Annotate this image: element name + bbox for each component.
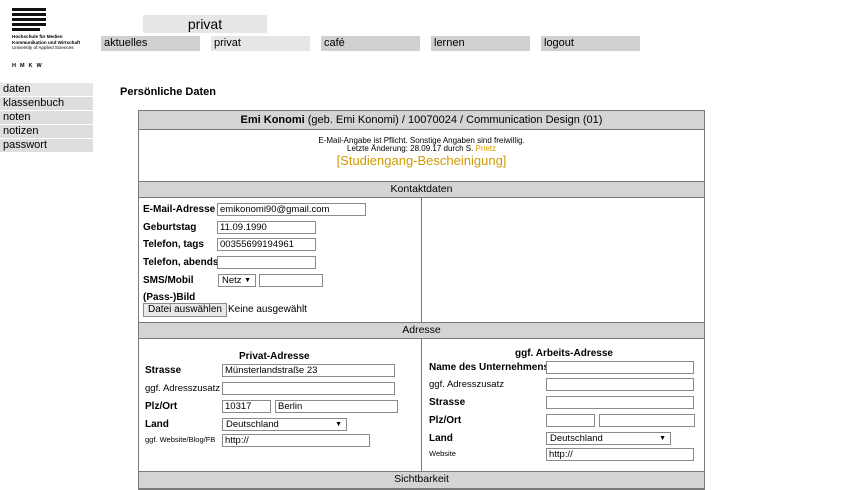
private-country-label: Land (145, 419, 169, 430)
work-zip-city-label: Plz/Ort (429, 415, 462, 426)
notice-last-change: Letzte Änderung: 28.09.17 durch S. Priet… (139, 145, 704, 153)
section-visibility: Sichtbarkeit (139, 471, 704, 489)
private-street-field[interactable]: Münsterlandstraße 23 (222, 364, 395, 377)
work-city-field[interactable] (599, 414, 695, 427)
sms-network-select[interactable]: Netz ▼ (218, 274, 256, 287)
nav-tab-lernen[interactable]: lernen (431, 36, 530, 51)
phone-evening-field[interactable] (217, 256, 316, 269)
chevron-down-icon: ▼ (244, 277, 251, 284)
work-zip-field[interactable] (546, 414, 595, 427)
private-address-heading: Privat-Adresse (239, 351, 310, 362)
nav-tab-privat[interactable]: privat (211, 36, 310, 51)
private-website-label: ggf. Website/Blog/FB (145, 435, 216, 444)
sidebar-item-notizen[interactable]: notizen (0, 125, 93, 138)
page-title: Persönliche Daten (120, 86, 216, 98)
email-label: E-Mail-Adresse (143, 204, 216, 215)
phone-day-label: Telefon, tags (143, 239, 204, 250)
section-contact: Kontaktdaten (139, 181, 704, 198)
work-street-label: Strasse (429, 397, 466, 408)
work-extra-label: ggf. Adresszusatz (429, 379, 504, 390)
column-divider (421, 198, 422, 322)
work-country-select[interactable]: Deutschland ▼ (546, 432, 671, 445)
private-zip-field[interactable]: 10317 (222, 400, 271, 413)
chevron-down-icon: ▼ (335, 421, 342, 428)
hmkw-logo: Hochschule für Medien Kommunikation und … (12, 8, 92, 72)
phone-evening-label: Telefon, abends (143, 257, 219, 268)
work-country-value: Deutschland (550, 433, 603, 444)
section-title: privat (143, 15, 267, 33)
email-field[interactable]: emikonomi90@gmail.com (217, 203, 366, 216)
section-address: Adresse (139, 322, 704, 339)
work-extra-field[interactable] (546, 378, 694, 391)
sidebar-item-noten[interactable]: noten (0, 111, 93, 124)
last-change-editor: Prietz (475, 144, 496, 153)
logo-line-3: University of Applied Sciences (12, 45, 74, 51)
sidebar-item-klassenbuch[interactable]: klassenbuch (0, 97, 93, 110)
private-zip-city-label: Plz/Ort (145, 401, 178, 412)
logo-text: Hochschule für Medien Kommunikation und … (12, 34, 80, 51)
work-address-heading: ggf. Arbeits-Adresse (515, 348, 613, 359)
private-website-field[interactable]: http:// (222, 434, 370, 447)
certificate-link[interactable]: [Studiengang-Bescheinigung] (139, 153, 704, 168)
last-change-text: Letzte Änderung: 28.09.17 durch S. (347, 144, 474, 153)
choose-file-button[interactable]: Datei auswählen (143, 303, 227, 317)
private-country-value: Deutschland (226, 419, 279, 430)
birthday-field[interactable]: 11.09.1990 (217, 221, 316, 234)
sms-number-field[interactable] (259, 274, 323, 287)
sidebar-item-daten[interactable]: daten (0, 83, 93, 96)
private-city-field[interactable]: Berlin (275, 400, 398, 413)
file-status: Keine ausgewählt (228, 304, 307, 315)
logo-abbreviation: HMKW (12, 63, 46, 69)
student-header: Emi Konomi (geb. Emi Konomi) / 10070024 … (139, 111, 704, 130)
sidebar-item-passwort[interactable]: passwort (0, 139, 93, 152)
work-street-field[interactable] (546, 396, 694, 409)
private-country-select[interactable]: Deutschland ▼ (222, 418, 347, 431)
nav-tab-cafe[interactable]: café (321, 36, 420, 51)
photo-label: (Pass-)Bild (143, 292, 196, 303)
private-extra-field[interactable] (222, 382, 395, 395)
sms-label: SMS/Mobil (143, 275, 194, 286)
work-website-label: Website (429, 449, 456, 458)
work-company-label: Name des Unternehmens (429, 362, 550, 373)
birthday-label: Geburtstag (143, 222, 197, 233)
nav-tab-aktuelles[interactable]: aktuelles (101, 36, 200, 51)
work-company-field[interactable] (546, 361, 694, 374)
work-website-field[interactable]: http:// (546, 448, 694, 461)
student-details: (geb. Emi Konomi) / 10070024 / Communica… (304, 114, 603, 126)
notice: E-Mail-Angabe ist Pflicht. Sonstige Anga… (139, 137, 704, 153)
chevron-down-icon: ▼ (659, 435, 666, 442)
private-extra-label: ggf. Adresszusatz (145, 383, 220, 394)
sms-network-value: Netz (222, 275, 242, 286)
work-country-label: Land (429, 433, 453, 444)
column-divider-address (421, 339, 422, 472)
student-name: Emi Konomi (240, 114, 305, 126)
phone-day-field[interactable]: 00355699194961 (217, 238, 316, 251)
nav-tab-logout[interactable]: logout (541, 36, 640, 51)
private-street-label: Strasse (145, 365, 182, 376)
